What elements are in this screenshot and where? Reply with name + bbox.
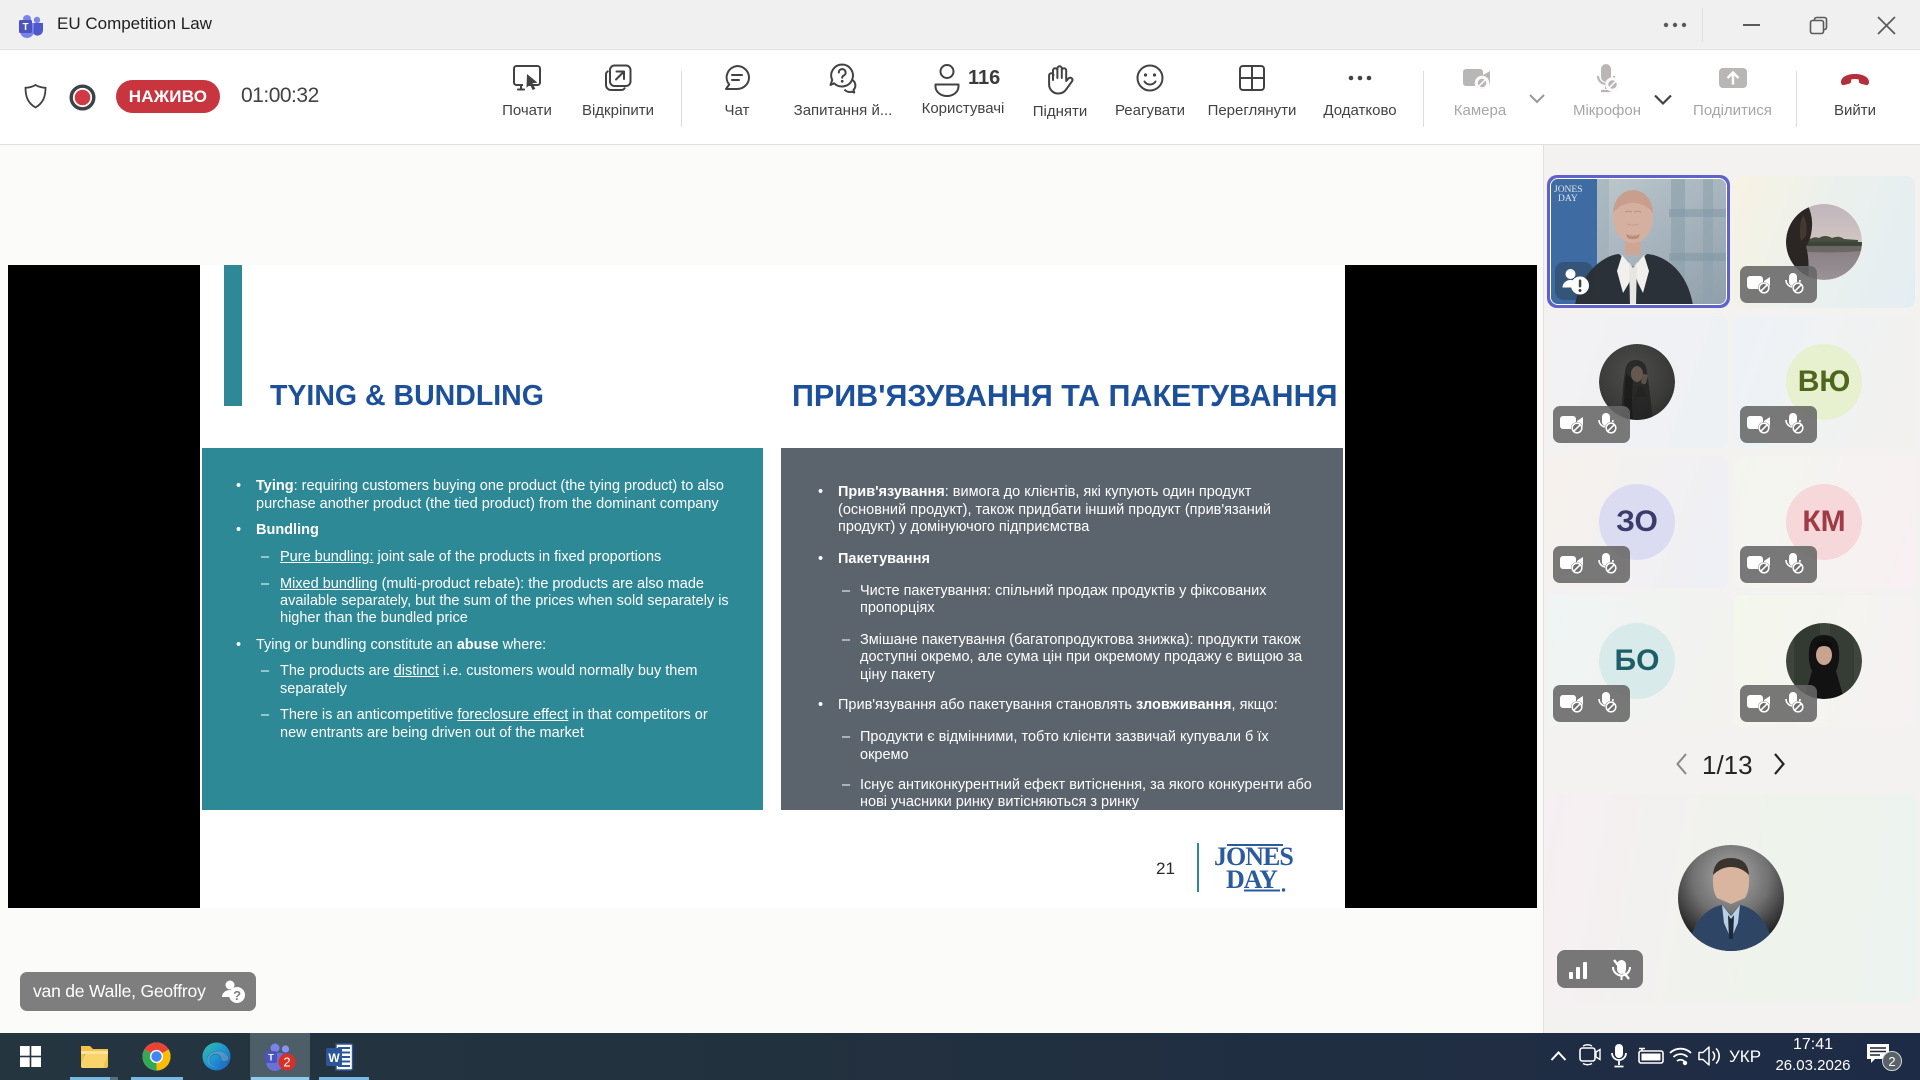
svg-text:T: T xyxy=(22,22,28,33)
svg-text:W: W xyxy=(328,1051,340,1065)
svg-text:T: T xyxy=(268,1053,274,1063)
svg-text:DAY: DAY xyxy=(1558,194,1578,204)
svg-text:?: ? xyxy=(233,988,241,1003)
svg-text:2: 2 xyxy=(283,1055,290,1070)
